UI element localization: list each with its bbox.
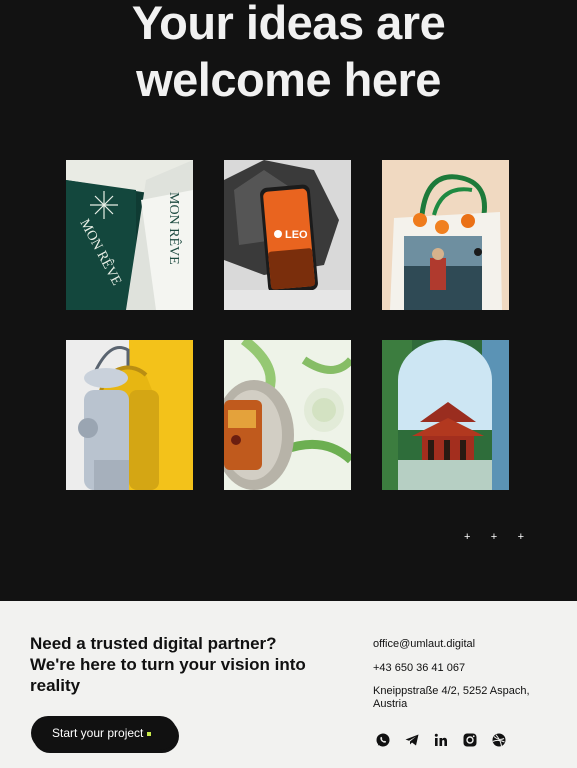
dribbble-icon[interactable] — [491, 732, 507, 748]
linkedin-icon[interactable] — [433, 732, 449, 748]
tote-bag-image — [382, 160, 509, 310]
gallery-item-tote-bag[interactable] — [382, 160, 509, 310]
footer-tagline: Need a trusted digital partner? We're he… — [30, 634, 306, 695]
gallery-item-lantern[interactable] — [66, 340, 193, 490]
telegram-icon[interactable] — [404, 732, 420, 748]
headline-line-1: Your ideas are — [131, 0, 446, 49]
gallery-item-leo-phone[interactable]: LEO — [224, 160, 351, 310]
food-plate-image — [224, 340, 351, 490]
start-project-label: Start your project — [52, 726, 144, 740]
hero-section: Your ideas are welcome here MON RÊVE MON… — [0, 0, 577, 601]
gallery-item-food-plate[interactable] — [224, 340, 351, 490]
address-text: Kneippstraße 4/2, 5252 Aspach, Austria — [373, 685, 530, 710]
contact-info: office@umlaut.digital +43 650 36 41 067 … — [373, 637, 563, 721]
whatsapp-icon[interactable] — [375, 732, 391, 748]
mon-reve-image: MON RÊVE MON RÊVE — [66, 160, 193, 310]
slider-dot-2[interactable]: + — [491, 530, 497, 544]
lantern-image — [66, 340, 193, 490]
social-links — [375, 732, 507, 748]
slider-pagination: + + + — [464, 530, 524, 544]
accent-dot-icon — [147, 731, 152, 736]
pagoda-image — [382, 340, 509, 490]
gallery-item-mon-reve[interactable]: MON RÊVE MON RÊVE — [66, 160, 193, 310]
slider-dot-3[interactable]: + — [518, 530, 524, 544]
slider-dot-1[interactable]: + — [464, 530, 470, 544]
email-link[interactable]: office@umlaut.digital — [373, 637, 563, 651]
leo-phone-image: LEO — [224, 160, 351, 310]
start-project-button[interactable]: Start your project — [31, 716, 177, 750]
headline-line-2: welcome here — [136, 53, 441, 106]
phone-link[interactable]: +43 650 36 41 067 — [373, 661, 563, 675]
instagram-icon[interactable] — [462, 732, 478, 748]
footer-section: Need a trusted digital partner? We're he… — [0, 601, 577, 768]
gallery-item-pagoda[interactable] — [382, 340, 509, 490]
mon-reve-text-right: MON RÊVE — [166, 192, 183, 265]
leo-brand-text: LEO — [285, 229, 308, 241]
page-headline: Your ideas are welcome here — [0, 0, 577, 108]
